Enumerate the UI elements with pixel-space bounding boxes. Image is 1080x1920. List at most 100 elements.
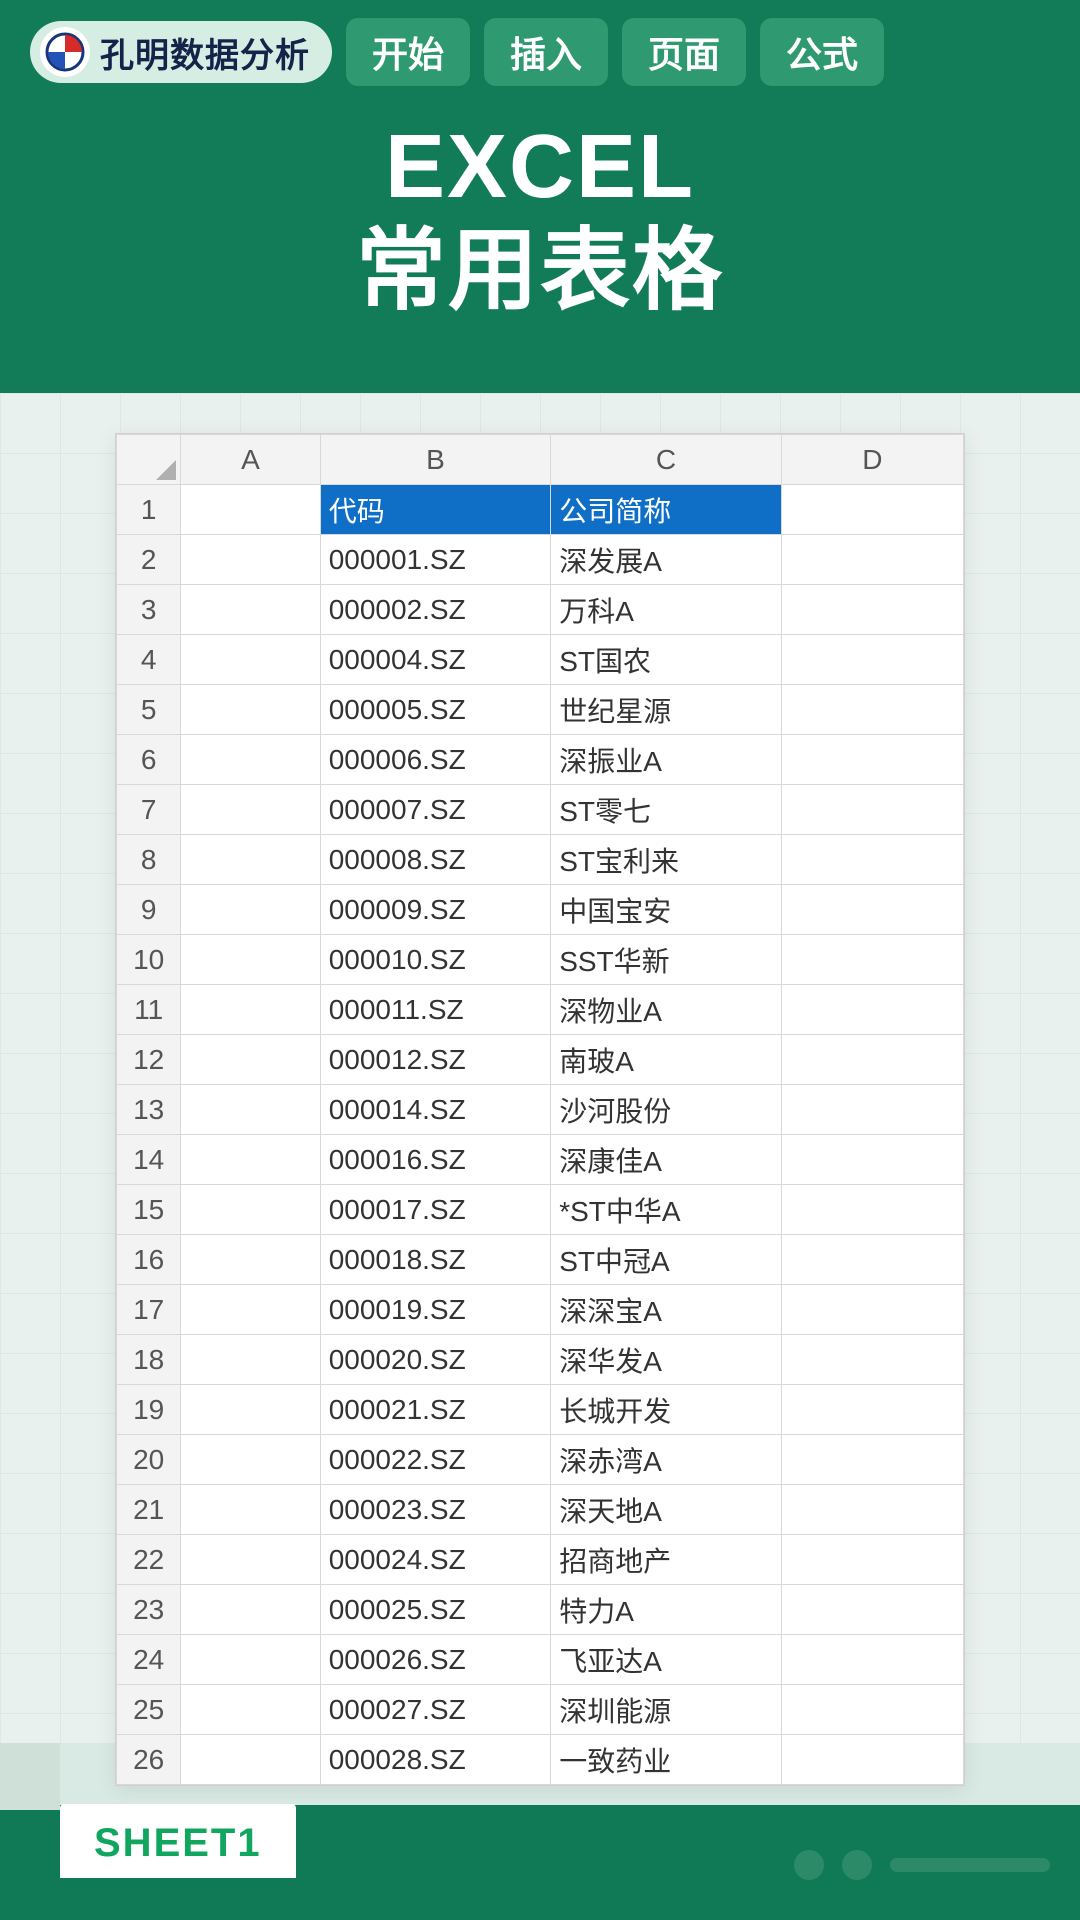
cell-b[interactable]: 代码	[320, 485, 551, 535]
table-row[interactable]: 2000001.SZ深发展A	[117, 535, 964, 585]
cell-a[interactable]	[181, 1035, 320, 1085]
cell-b[interactable]: 000026.SZ	[320, 1635, 551, 1685]
cell-a[interactable]	[181, 1335, 320, 1385]
cell-c[interactable]: 万科A	[551, 585, 782, 635]
row-header[interactable]: 11	[117, 985, 181, 1035]
row-header[interactable]: 9	[117, 885, 181, 935]
table-row[interactable]: 25000027.SZ深圳能源	[117, 1685, 964, 1735]
cell-a[interactable]	[181, 885, 320, 935]
row-header[interactable]: 26	[117, 1735, 181, 1785]
cell-a[interactable]	[181, 1135, 320, 1185]
cell-c[interactable]: *ST中华A	[551, 1185, 782, 1235]
cell-b[interactable]: 000010.SZ	[320, 935, 551, 985]
cell-c[interactable]: 深天地A	[551, 1485, 782, 1535]
col-header-b[interactable]: B	[320, 435, 551, 485]
cell-d[interactable]	[781, 685, 963, 735]
cell-b[interactable]: 000012.SZ	[320, 1035, 551, 1085]
zoom-slider[interactable]	[890, 1858, 1050, 1872]
col-header-a[interactable]: A	[181, 435, 320, 485]
row-header[interactable]: 5	[117, 685, 181, 735]
cell-a[interactable]	[181, 1585, 320, 1635]
row-header[interactable]: 13	[117, 1085, 181, 1135]
cell-c[interactable]: 长城开发	[551, 1385, 782, 1435]
row-header[interactable]: 3	[117, 585, 181, 635]
cell-d[interactable]	[781, 935, 963, 985]
cell-c[interactable]: 世纪星源	[551, 685, 782, 735]
table-row[interactable]: 19000021.SZ长城开发	[117, 1385, 964, 1435]
cell-b[interactable]: 000006.SZ	[320, 735, 551, 785]
footer-control-icon[interactable]	[794, 1850, 824, 1880]
cell-c[interactable]: 深振业A	[551, 735, 782, 785]
cell-d[interactable]	[781, 1485, 963, 1535]
row-header[interactable]: 15	[117, 1185, 181, 1235]
row-header[interactable]: 19	[117, 1385, 181, 1435]
table-row[interactable]: 15 000017.SZ*ST中华A	[117, 1185, 964, 1235]
ribbon-tab-page[interactable]: 页面	[622, 18, 746, 86]
data-table[interactable]: A B C D 1代码公司简称2000001.SZ深发展A3000002.SZ万…	[116, 434, 964, 1785]
cell-c[interactable]: 深深宝A	[551, 1285, 782, 1335]
cell-d[interactable]	[781, 1685, 963, 1735]
cell-d[interactable]	[781, 535, 963, 585]
cell-c[interactable]: SST华新	[551, 935, 782, 985]
cell-a[interactable]	[181, 785, 320, 835]
cell-a[interactable]	[181, 585, 320, 635]
cell-b[interactable]: 000004.SZ	[320, 635, 551, 685]
sheet-tab-active[interactable]: SHEET1	[60, 1804, 296, 1878]
cell-b[interactable]: 000007.SZ	[320, 785, 551, 835]
table-row[interactable]: 17 000019.SZ深深宝A	[117, 1285, 964, 1335]
ribbon-tab-start[interactable]: 开始	[346, 18, 470, 86]
cell-b[interactable]: 000009.SZ	[320, 885, 551, 935]
row-header[interactable]: 16	[117, 1235, 181, 1285]
cell-d[interactable]	[781, 585, 963, 635]
cell-b[interactable]: 000016.SZ	[320, 1135, 551, 1185]
row-header[interactable]: 4	[117, 635, 181, 685]
row-header[interactable]: 23	[117, 1585, 181, 1635]
table-row[interactable]: 4 000004.SZST国农	[117, 635, 964, 685]
cell-c[interactable]: 一致药业	[551, 1735, 782, 1785]
cell-c[interactable]: 中国宝安	[551, 885, 782, 935]
cell-d[interactable]	[781, 735, 963, 785]
cell-b[interactable]: 000020.SZ	[320, 1335, 551, 1385]
cell-d[interactable]	[781, 835, 963, 885]
table-row[interactable]: 9 000009.SZ中国宝安	[117, 885, 964, 935]
table-row[interactable]: 11 000011.SZ深物业A	[117, 985, 964, 1035]
cell-b[interactable]: 000019.SZ	[320, 1285, 551, 1335]
row-header[interactable]: 17	[117, 1285, 181, 1335]
row-header[interactable]: 12	[117, 1035, 181, 1085]
table-row[interactable]: 5000005.SZ世纪星源	[117, 685, 964, 735]
cell-a[interactable]	[181, 485, 320, 535]
cell-d[interactable]	[781, 985, 963, 1035]
cell-c[interactable]: ST国农	[551, 635, 782, 685]
row-header[interactable]: 22	[117, 1535, 181, 1585]
ribbon-tab-insert[interactable]: 插入	[484, 18, 608, 86]
cell-a[interactable]	[181, 1185, 320, 1235]
cell-a[interactable]	[181, 535, 320, 585]
cell-a[interactable]	[181, 935, 320, 985]
cell-b[interactable]: 000008.SZ	[320, 835, 551, 885]
row-header[interactable]: 25	[117, 1685, 181, 1735]
cell-a[interactable]	[181, 1385, 320, 1435]
cell-a[interactable]	[181, 1235, 320, 1285]
cell-c[interactable]: ST零七	[551, 785, 782, 835]
table-row[interactable]: 13000014.SZ沙河股份	[117, 1085, 964, 1135]
cell-b[interactable]: 000027.SZ	[320, 1685, 551, 1735]
cell-b[interactable]: 000001.SZ	[320, 535, 551, 585]
cell-b[interactable]: 000024.SZ	[320, 1535, 551, 1585]
cell-b[interactable]: 000025.SZ	[320, 1585, 551, 1635]
cell-b[interactable]: 000017.SZ	[320, 1185, 551, 1235]
cell-a[interactable]	[181, 1285, 320, 1335]
cell-b[interactable]: 000011.SZ	[320, 985, 551, 1035]
cell-b[interactable]: 000018.SZ	[320, 1235, 551, 1285]
row-header[interactable]: 24	[117, 1635, 181, 1685]
cell-c[interactable]: 深物业A	[551, 985, 782, 1035]
table-row[interactable]: 16000018.SZST中冠A	[117, 1235, 964, 1285]
cell-c[interactable]: 公司简称	[551, 485, 782, 535]
table-row[interactable]: 22000024.SZ招商地产	[117, 1535, 964, 1585]
cell-c[interactable]: 特力A	[551, 1585, 782, 1635]
cell-c[interactable]: ST宝利来	[551, 835, 782, 885]
cell-d[interactable]	[781, 635, 963, 685]
cell-a[interactable]	[181, 835, 320, 885]
cell-d[interactable]	[781, 785, 963, 835]
cell-a[interactable]	[181, 1635, 320, 1685]
cell-d[interactable]	[781, 1535, 963, 1585]
